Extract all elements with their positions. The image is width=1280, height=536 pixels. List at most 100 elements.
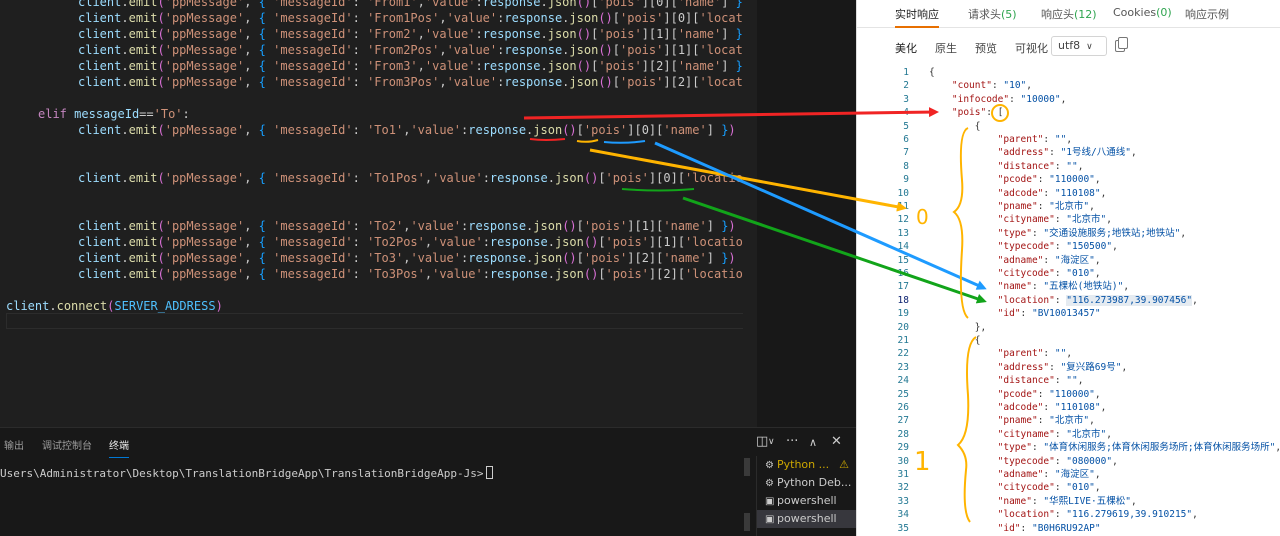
json-line: 11 "pname": "北京市", [857,200,1280,213]
line-number: 21 [897,335,909,346]
chevron-down-icon[interactable]: ∨ [768,437,775,447]
line-number: 34 [897,509,909,521]
tab-request-headers[interactable]: 请求头(5) [968,6,1017,22]
json-token: "citycode" [997,268,1055,279]
code-token: 'value' [424,0,476,9]
debug-icon: ⚙ [765,460,774,471]
code-token: emit [128,11,158,25]
json-token: : [1043,469,1055,480]
visualize-button[interactable]: 可视化 [1009,38,1054,58]
code-token: { [258,123,266,137]
json-line: 20 }, [857,321,1280,334]
code-token: , [244,171,259,185]
preview-button[interactable]: 预览 [969,38,1003,58]
json-token: : [1054,160,1067,172]
code-token: ( [157,11,165,25]
json-token: , [1192,294,1198,306]
close-icon[interactable]: ✕ [831,434,842,449]
json-token: , [1130,495,1137,507]
json-line: 31 "adname": "海淀区", [857,468,1280,481]
code-token: 'To3Pos' [367,267,425,281]
code-token: emit [128,27,158,41]
code-token: 'value' [424,59,476,73]
code-line: client.emit('ppMessage', { 'messageId': … [78,170,786,186]
code-line: elif messageId=='To': [38,106,190,122]
json-token: : [1020,522,1032,534]
code-token: json [554,267,584,281]
code-token: [ [576,219,584,233]
code-line: client.emit('ppMessage', { 'messageId': … [78,10,801,26]
tab-live-response[interactable]: 实时响应 [895,6,939,22]
code-token: , [439,11,447,25]
code-token: json [533,219,563,233]
code-token: { [258,27,266,41]
json-token: , [1089,201,1095,212]
code-token: ][ [663,59,678,73]
more-icon[interactable]: ··· [786,434,798,449]
tab-terminal[interactable]: 终端 [109,437,129,458]
beautify-button[interactable]: 美化 [889,38,923,58]
code-token: : [352,27,368,41]
code-token: { [258,219,266,233]
editor-scrollbar[interactable] [743,0,757,427]
tab-response-headers[interactable]: 响应头(12) [1041,6,1097,22]
code-line: client.emit('ppMessage', { 'messageId': … [78,74,801,90]
json-token: "address" [997,147,1050,159]
code-token: : [475,59,483,73]
raw-button[interactable]: 原生 [929,38,963,58]
code-token: : [352,123,368,137]
warning-icon: ⚠ [839,458,849,471]
code-token: response [504,43,563,57]
code-token: 'value' [432,267,483,281]
terminal-icon: ▣ [765,514,775,525]
json-line: 27 "pname": "北京市", [857,414,1280,427]
code-editor[interactable]: client.emit('ppMessage', { 'messageId': … [0,0,856,427]
maximize-panel-icon[interactable]: ∧ [809,436,817,449]
tab-output[interactable]: 输出 [4,437,24,452]
line-number: 33 [897,495,909,507]
json-line: 18 "location": "116.273987,39.907456", [857,294,1280,307]
code-token: () [583,267,599,281]
json-token: "pcode" [997,388,1038,400]
code-token: client [78,267,122,281]
terminal-scroll-marker [744,513,750,531]
copy-icon[interactable] [1115,37,1128,52]
code-token: response [489,171,548,185]
split-terminal-icon[interactable]: ◫ [756,434,768,449]
json-text: "address": "复兴路69号", [929,361,1128,374]
terminal-prompt[interactable]: Users\Administrator\Desktop\TranslationB… [0,466,494,480]
line-number: 35 [897,522,909,534]
code-token: ( [157,235,165,249]
code-token: : [352,235,368,249]
encoding-select[interactable]: utf8 ∨ [1051,36,1107,56]
code-token: 'From2' [367,27,418,41]
code-token: 'ppMessage' [164,171,245,185]
code-token: 'ppMessage' [164,219,245,233]
json-token: , [1123,281,1130,293]
terminal-item-python-debug[interactable]: ⚙ Python Deb... [757,474,857,492]
tab-cookies[interactable]: Cookies(0) [1113,6,1172,19]
code-token: response [504,75,563,89]
json-token: : [1009,93,1021,105]
code-token: 'pois' [620,11,664,25]
code-token: response [482,27,541,41]
code-token: json [547,0,577,9]
code-token: 'messageId' [273,11,353,25]
code-token: emit [128,0,158,9]
json-token: "cityname" [997,214,1055,226]
tab-response-example[interactable]: 响应示例 [1185,6,1229,22]
code-token: { [258,43,266,57]
json-token: : [1049,361,1061,373]
code-token: 'To2' [367,219,404,233]
code-token: 'From2Pos' [367,43,440,57]
code-token: json [554,235,584,249]
tab-debug-console[interactable]: 调试控制台 [42,437,92,452]
terminal-item-powershell[interactable]: ▣ powershell [757,492,857,510]
code-token: json [554,171,584,185]
terminal-item-powershell-active[interactable]: ▣ powershell [757,510,857,528]
terminal-item-python[interactable]: ⚙ Python ... ⚠ [757,456,857,474]
